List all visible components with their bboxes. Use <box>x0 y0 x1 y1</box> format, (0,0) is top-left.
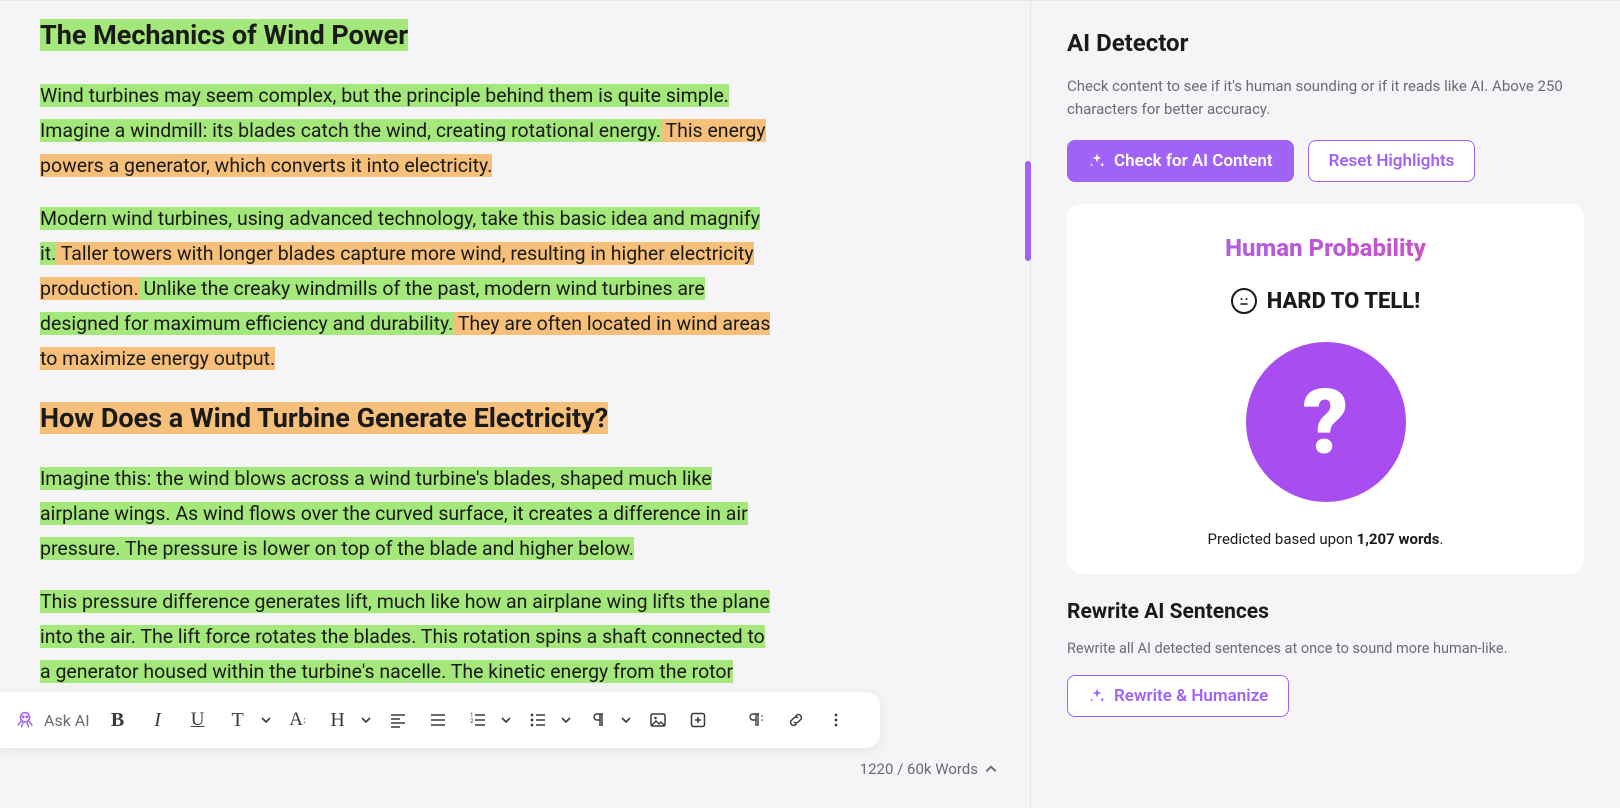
check-ai-label: Check for AI Content <box>1114 151 1273 171</box>
svg-text:2: 2 <box>470 718 474 725</box>
chevron-down-icon <box>620 714 632 726</box>
rewrite-description: Rewrite all AI detected sentences at onc… <box>1067 640 1584 657</box>
ask-ai-button[interactable]: Ask AI <box>14 709 96 731</box>
rewrite-label: Rewrite & Humanize <box>1114 686 1268 706</box>
heading-mechanics[interactable]: The Mechanics of Wind Power <box>40 19 408 51</box>
ordered-list-icon: 12 <box>469 711 487 729</box>
heading-dropdown[interactable] <box>356 702 376 738</box>
verdict: HARD TO TELL! <box>1087 288 1564 314</box>
rewrite-humanize-button[interactable]: Rewrite & Humanize <box>1067 675 1289 717</box>
chevron-down-icon <box>560 714 572 726</box>
bullet-list-icon <box>529 711 547 729</box>
image-button[interactable] <box>640 702 676 738</box>
paragraph[interactable]: Modern wind turbines, using advanced tec… <box>40 201 780 376</box>
sparkle-icon <box>1088 687 1106 705</box>
text-style-dropdown[interactable] <box>256 702 276 738</box>
card-title: Human Probability <box>1087 234 1564 262</box>
paragraph[interactable]: Imagine this: the wind blows across a wi… <box>40 461 780 566</box>
align-icon <box>389 711 407 729</box>
sentence[interactable]: The lift force rotates the blades. <box>136 625 416 648</box>
probability-card: Human Probability HARD TO TELL! ? Predic… <box>1067 204 1584 574</box>
align-button[interactable] <box>380 702 416 738</box>
ordered-list-dropdown[interactable] <box>496 702 516 738</box>
link-button[interactable] <box>778 702 814 738</box>
bullet-list-dropdown[interactable] <box>556 702 576 738</box>
more-vertical-icon <box>827 711 845 729</box>
font-color-button[interactable]: A: <box>280 702 316 738</box>
word-count-text: 1220 / 60k Words <box>860 760 978 778</box>
bullet-list-button[interactable] <box>520 702 556 738</box>
sentence[interactable]: its blades catch the wind, creating rota… <box>207 119 661 142</box>
insert-button[interactable] <box>680 702 716 738</box>
sidebar-description: Check content to see if it's human sound… <box>1067 75 1584 120</box>
paragraph-format-button[interactable] <box>738 702 774 738</box>
question-mark-icon: ? <box>1303 370 1349 475</box>
text-style-button[interactable]: T <box>220 702 256 738</box>
neutral-face-icon <box>1231 288 1257 314</box>
probability-circle: ? <box>1246 342 1406 502</box>
editor-pane: The Mechanics of Wind Power Wind turbine… <box>0 1 1030 808</box>
paragraph-button[interactable] <box>580 702 616 738</box>
list-button[interactable] <box>420 702 456 738</box>
ordered-list-button[interactable]: 12 <box>460 702 496 738</box>
underline-button[interactable]: U <box>180 702 216 738</box>
heading-howdoes[interactable]: How Does a Wind Turbine Generate Electri… <box>40 402 608 434</box>
word-count[interactable]: 1220 / 60k Words <box>860 760 998 778</box>
image-icon <box>649 711 667 729</box>
paragraph-dropdown[interactable] <box>616 702 636 738</box>
reset-highlights-button[interactable]: Reset Highlights <box>1308 140 1476 182</box>
plus-square-icon <box>689 711 707 729</box>
sidebar-scrollbar[interactable] <box>1025 161 1031 261</box>
sparkle-icon <box>1088 152 1106 170</box>
chevron-down-icon <box>260 714 272 726</box>
prediction-text: Predicted based upon 1,207 words. <box>1087 530 1564 548</box>
bold-button[interactable]: B <box>100 702 136 738</box>
pilcrow-icon <box>589 711 607 729</box>
rewrite-title: Rewrite AI Sentences <box>1067 600 1584 624</box>
verdict-text: HARD TO TELL! <box>1267 289 1420 314</box>
paragraph[interactable]: Wind turbines may seem complex, but the … <box>40 78 780 183</box>
list-icon <box>429 711 447 729</box>
link-icon <box>787 711 805 729</box>
editor-content[interactable]: The Mechanics of Wind Power Wind turbine… <box>0 1 820 808</box>
sentence[interactable]: The pressure is lower on top of the blad… <box>121 537 634 560</box>
editor-toolbar: Ask AI B I U T A: H <box>0 692 880 748</box>
chevron-down-icon <box>360 714 372 726</box>
sidebar-title: AI Detector <box>1067 29 1584 57</box>
chevron-down-icon <box>500 714 512 726</box>
sidebar: AI Detector Check content to see if it's… <box>1030 1 1620 808</box>
heading-button[interactable]: H <box>320 702 356 738</box>
more-button[interactable] <box>818 702 854 738</box>
ask-ai-label: Ask AI <box>44 711 90 730</box>
check-ai-button[interactable]: Check for AI Content <box>1067 140 1294 182</box>
pilcrow-dots-icon <box>747 711 765 729</box>
octopus-icon <box>14 709 36 731</box>
italic-button[interactable]: I <box>140 702 176 738</box>
reset-label: Reset Highlights <box>1329 151 1455 171</box>
chevron-up-icon <box>984 762 998 776</box>
sentence[interactable]: Imagine this: <box>40 467 151 490</box>
